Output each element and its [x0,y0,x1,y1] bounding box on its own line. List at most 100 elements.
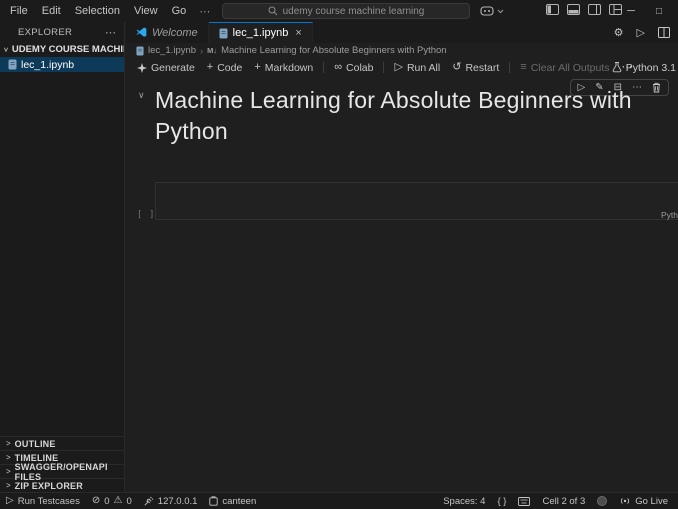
execution-count: [ ] [137,210,156,220]
breadcrumb: lec_1.ipynb › M↓ Machine Learning for Ab… [126,43,678,58]
file-name-label: lec_1.ipynb [21,58,75,71]
cell-language-label[interactable]: Python [661,210,678,220]
plus-icon: + [254,61,261,73]
restart-button[interactable]: ↺ Restart [448,62,503,74]
section-label: OUTLINE [14,438,56,449]
minimize-button[interactable]: ─ [618,0,644,22]
menu-view[interactable]: View [127,5,165,17]
restart-label: Restart [465,61,500,74]
search-icon [268,6,277,16]
tab-label: Welcome [152,26,198,39]
menu-go[interactable]: Go [165,5,194,17]
toolbar-separator [383,62,385,73]
error-count: 0 [104,495,110,507]
sparkle-icon [137,62,147,73]
chevron-right-icon: > [6,467,11,476]
generate-button[interactable]: Generate [133,62,199,74]
breadcrumb-file[interactable]: lec_1.ipynb [148,45,196,56]
status-bar: ▷ Run Testcases ⊘ 0 ⚠ 0 127.0.0.1 cantee… [0,492,678,509]
clear-all-outputs-button[interactable]: ≡ Clear All Outputs [516,62,613,74]
colab-infinity-icon: ∞ [334,61,343,73]
maximize-button[interactable]: □ [646,0,672,22]
broadcast-icon [621,498,630,504]
file-item-lec1-ipynb[interactable]: lec_1.ipynb [0,57,124,72]
split-editor-icon[interactable] [658,27,670,38]
statusbar-left: ▷ Run Testcases ⊘ 0 ⚠ 0 127.0.0.1 cantee… [0,496,262,507]
play-icon: ▷ [6,495,14,506]
section-swagger-openapi[interactable]: > SWAGGER/OPENAPI FILES [0,462,124,482]
workspace-folder-name: UDEMY COURSE MACHINE LEA... [11,44,124,55]
colab-label: Colab [346,61,374,74]
vscode-logo-icon [136,27,147,37]
breadcrumb-heading[interactable]: Machine Learning for Absolute Beginners … [221,45,447,56]
error-icon: ⊘ [91,495,101,506]
chevron-right-icon: > [6,481,11,490]
gear-icon[interactable]: ⚙ [614,26,624,39]
toolbar-separator [509,62,511,73]
close-tab-icon[interactable]: × [295,27,301,39]
vscode-window: File Edit Selection View Go ⋯ ← → udemy … [0,0,678,509]
explorer-header: EXPLORER ⋯ [0,22,124,42]
notebook-toolbar: Generate + Code + Markdown ∞ Colab ▷ Run… [126,58,678,77]
chevron-down-icon [497,9,504,13]
run-icon[interactable]: ▷ [637,26,645,39]
problems-indicator[interactable]: ⊘ 0 ⚠ 0 [86,496,138,507]
port-plug-icon [144,496,154,506]
explorer-title: EXPLORER [18,26,73,38]
notebook-content: ▷ ✎ ⊟ ⋯ ∨ Machine Learning for Absolute … [126,77,678,492]
add-code-label: Code [217,61,243,74]
menu-selection[interactable]: Selection [68,5,127,17]
code-cell-editor[interactable] [155,182,678,220]
spaces-indicator[interactable]: Spaces: 4 [437,496,491,507]
toolbar-separator [323,62,325,73]
toggle-panel-icon[interactable] [567,4,580,15]
run-testcases-button[interactable]: ▷ Run Testcases [0,496,86,507]
colab-button[interactable]: ∞ Colab [330,62,377,74]
markdown-icon: M↓ [207,46,218,55]
menu-edit[interactable]: Edit [35,5,68,17]
restart-icon: ↺ [452,61,462,73]
brackets-indicator[interactable]: { } [491,496,512,507]
menu-overflow[interactable]: ⋯ [193,5,216,18]
notebook-file-icon [136,46,144,55]
run-all-button[interactable]: ▷ Run All [390,62,444,74]
add-code-button[interactable]: + Code [203,62,247,74]
keyboard-icon [518,496,531,506]
tab-welcome[interactable]: Welcome [126,22,209,43]
editor-area: Welcome lec_1.ipynb × ⚙ ▷ lec_1.ipynb › … [126,22,678,492]
extension-indicator[interactable] [591,496,613,506]
generate-label: Generate [151,61,195,74]
warning-count: 0 [126,495,132,507]
section-label: ZIP EXPLORER [14,480,83,491]
breadcrumb-separator: › [200,45,204,56]
section-outline[interactable]: > OUTLINE [0,436,124,450]
spaces-label: Spaces: 4 [443,495,486,507]
menu-file[interactable]: File [0,5,35,17]
title-bar: File Edit Selection View Go ⋯ ← → udemy … [0,0,678,22]
toggle-secondary-sidebar-icon[interactable] [588,4,601,15]
markdown-heading[interactable]: Machine Learning for Absolute Beginners … [155,85,675,147]
profile-label: canteen [222,495,257,507]
workspace-folder-header[interactable]: ∨ UDEMY COURSE MACHINE LEA... [0,42,124,57]
profile-indicator[interactable]: canteen [203,496,262,507]
tab-lec1-ipynb[interactable]: lec_1.ipynb × [208,22,313,43]
chevron-right-icon: > [6,439,11,448]
section-label: SWAGGER/OPENAPI FILES [14,461,108,482]
editor-actions: ⚙ ▷ [614,22,670,43]
extension-circle-icon [597,496,608,506]
toggle-primary-sidebar-icon[interactable] [546,4,559,15]
box-icon [209,496,219,506]
explorer-more-actions-icon[interactable]: ⋯ [105,26,116,39]
run-testcases-label: Run Testcases [17,495,80,507]
host-indicator[interactable]: 127.0.0.1 [138,496,204,507]
kernel-picker[interactable]: Python 3.1 [612,58,676,77]
collapse-cell-chevron-icon[interactable]: ∨ [138,90,145,101]
go-live-button[interactable]: Go Live [613,496,674,507]
copilot-button[interactable] [480,3,504,19]
cell-position-indicator[interactable]: Cell 2 of 3 [536,496,591,507]
keyboard-indicator[interactable] [512,496,536,506]
explorer-sidebar: EXPLORER ⋯ ∨ UDEMY COURSE MACHINE LEA...… [0,22,125,492]
run-all-label: Run All [406,61,441,74]
command-center-search[interactable]: udemy course machine learning [222,3,470,19]
add-markdown-button[interactable]: + Markdown [250,62,317,74]
